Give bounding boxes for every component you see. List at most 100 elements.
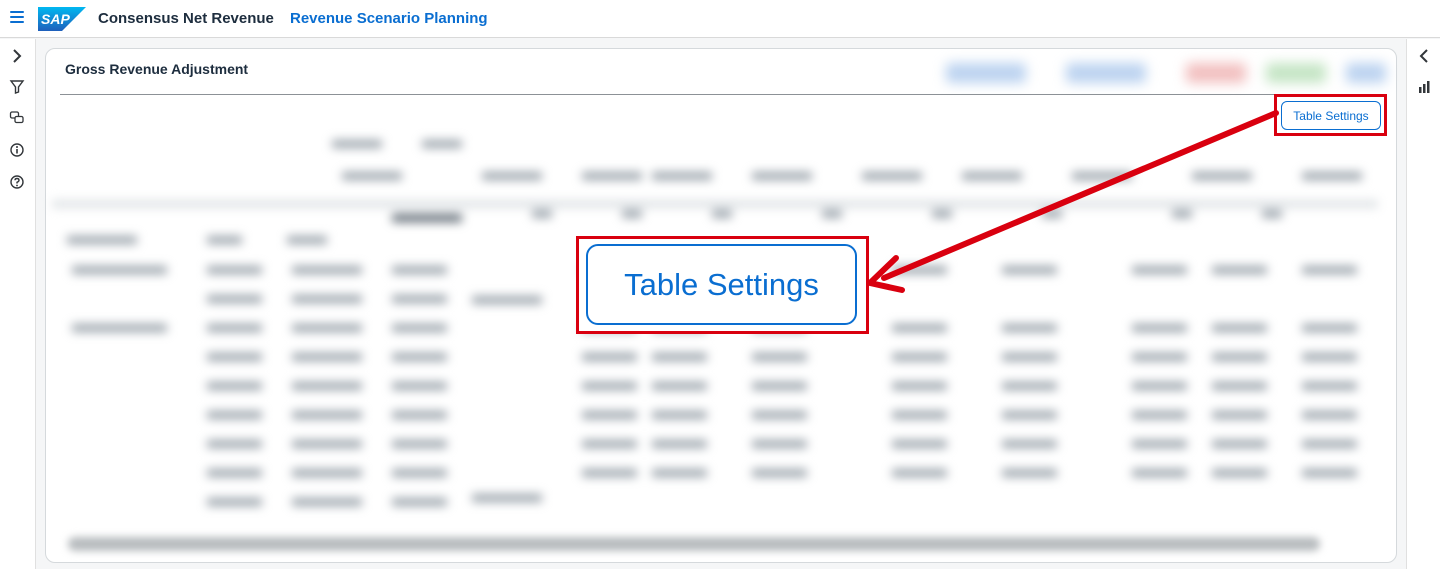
shell-bar: SAP Consensus Net Revenue Revenue Scenar… — [0, 0, 1440, 38]
blurred-cell — [207, 236, 242, 244]
blurred-cell — [1002, 440, 1057, 448]
blurred-cell — [292, 440, 362, 448]
blurred-cell — [472, 494, 542, 502]
blurred-cell — [752, 411, 807, 419]
blurred-cell — [292, 266, 362, 274]
blurred-cell — [622, 210, 642, 218]
blurred-cell — [892, 266, 947, 274]
app-subtitle[interactable]: Revenue Scenario Planning — [290, 10, 488, 27]
blurred-cell — [207, 469, 262, 477]
blurred-cell — [1212, 411, 1267, 419]
blurred-cell — [1302, 469, 1357, 477]
blurred-cell — [207, 411, 262, 419]
blurred-cell — [207, 382, 262, 390]
blurred-cell — [752, 469, 807, 477]
blurred-cell — [1002, 353, 1057, 361]
chevron-right-icon[interactable] — [9, 48, 25, 64]
blurred-cell — [1042, 210, 1062, 218]
blurred-cell — [962, 172, 1022, 180]
blurred-cell — [207, 440, 262, 448]
blurred-cell — [392, 266, 447, 274]
blurred-cell — [292, 353, 362, 361]
blurred-cell — [72, 266, 167, 274]
blurred-cell — [1212, 266, 1267, 274]
blurred-cell — [892, 440, 947, 448]
hamburger-menu-icon[interactable] — [10, 11, 24, 25]
blurred-cell — [892, 382, 947, 390]
blurred-cell — [1302, 266, 1357, 274]
blurred-cell — [1132, 440, 1187, 448]
blurred-cell — [292, 324, 362, 332]
blurred-cell — [1002, 469, 1057, 477]
blurred-cell — [1172, 210, 1192, 218]
blurred-cell — [862, 172, 922, 180]
blurred-cell — [392, 214, 462, 222]
blurred-cell — [67, 236, 137, 244]
blurred-cell — [582, 382, 637, 390]
blurred-cell — [292, 411, 362, 419]
svg-text:SAP: SAP — [41, 11, 70, 27]
highlight-box — [1274, 94, 1387, 136]
filter-icon[interactable] — [9, 79, 25, 95]
blurred-cell — [1212, 382, 1267, 390]
blurred-cell — [1212, 469, 1267, 477]
blurred-cell — [1302, 440, 1357, 448]
blurred-cell — [207, 353, 262, 361]
blurred-cell — [1132, 469, 1187, 477]
blurred-cell — [822, 210, 842, 218]
info-icon[interactable] — [9, 142, 25, 158]
blurred-cell — [1302, 411, 1357, 419]
blurred-cell — [392, 324, 447, 332]
chevron-left-icon[interactable] — [1416, 48, 1432, 64]
blurred-cell — [1002, 266, 1057, 274]
blurred-cell — [1002, 324, 1057, 332]
left-side-rail — [0, 39, 36, 569]
blurred-cell — [472, 296, 542, 304]
comments-icon[interactable] — [9, 110, 25, 126]
blurred-cell — [1302, 382, 1357, 390]
blurred-cell — [1002, 382, 1057, 390]
blurred-cell — [207, 295, 262, 303]
blurred-cell — [652, 440, 707, 448]
blurred-cell — [582, 411, 637, 419]
blurred-cell — [652, 172, 712, 180]
blurred-cell — [392, 469, 447, 477]
blurred-cell — [332, 140, 382, 148]
blurred-cell — [652, 382, 707, 390]
bar-chart-icon[interactable] — [1416, 79, 1432, 95]
blurred-cell — [532, 210, 552, 218]
blurred-cell — [392, 353, 447, 361]
blurred-cell — [1132, 353, 1187, 361]
blurred-cell — [1132, 324, 1187, 332]
help-icon[interactable] — [9, 174, 25, 190]
blurred-cell — [72, 324, 167, 332]
blurred-cell — [342, 172, 402, 180]
card-divider — [60, 94, 1386, 95]
blurred-cell — [482, 172, 542, 180]
blurred-cell — [752, 353, 807, 361]
blurred-cell — [292, 382, 362, 390]
blurred-cell — [582, 469, 637, 477]
card-title: Gross Revenue Adjustment — [65, 61, 249, 77]
blurred-cell — [207, 266, 262, 274]
blurred-cell — [1302, 324, 1357, 332]
blurred-cell — [1262, 210, 1282, 218]
blurred-cell — [1072, 172, 1132, 180]
blurred-cell — [652, 411, 707, 419]
blurred-cell — [52, 200, 1378, 208]
blurred-cell — [1212, 353, 1267, 361]
blurred-cell — [392, 382, 447, 390]
blurred-cell — [932, 210, 952, 218]
horizontal-scrollbar[interactable] — [68, 537, 1320, 551]
blurred-cell — [582, 172, 642, 180]
blurred-cell — [392, 295, 447, 303]
blurred-cell — [1002, 411, 1057, 419]
blurred-cell — [652, 353, 707, 361]
app-title: Consensus Net Revenue — [98, 10, 274, 27]
right-side-rail — [1406, 39, 1440, 569]
blurred-cell — [292, 498, 362, 506]
blurred-cell — [582, 353, 637, 361]
blurred-cell — [422, 140, 462, 148]
blurred-cell — [712, 210, 732, 218]
blurred-cell — [892, 411, 947, 419]
